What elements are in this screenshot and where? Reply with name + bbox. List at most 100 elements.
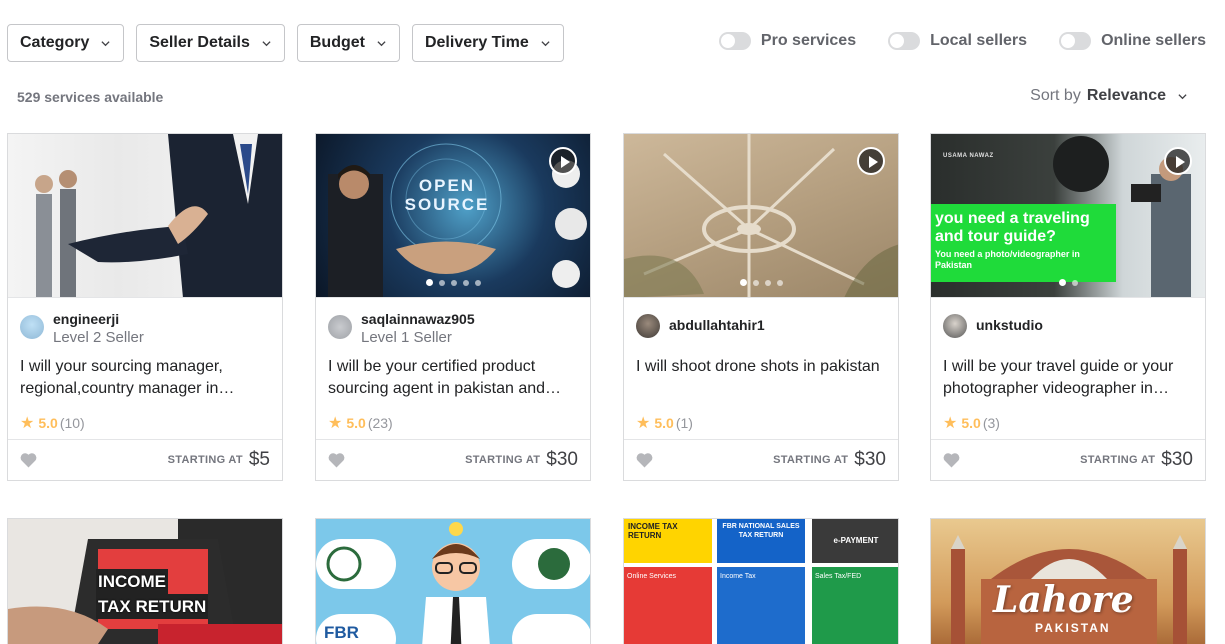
toggle-local-sellers[interactable]: Local sellers: [888, 32, 1027, 50]
seller-name[interactable]: abdullahtahir1: [669, 316, 765, 334]
toggle-switch[interactable]: [888, 32, 921, 50]
gig-thumbnail[interactable]: Lahore PAKISTAN: [931, 519, 1205, 644]
gig-title[interactable]: I will be your travel guide or your phot…: [931, 350, 1205, 402]
gig-title[interactable]: I will shoot drone shots in pakistan: [624, 350, 898, 402]
handshake-image: [35, 134, 282, 297]
heart-icon[interactable]: [943, 452, 960, 468]
heart-icon[interactable]: [328, 452, 345, 468]
gig-thumbnail[interactable]: OPEN SOURCE: [316, 134, 590, 298]
toggle-online-sellers[interactable]: Online sellers: [1059, 32, 1206, 50]
rating-count: (10): [59, 415, 85, 431]
toggle-pro-services-label: Pro services: [760, 32, 857, 49]
price-value: $30: [546, 449, 578, 470]
play-icon[interactable]: [549, 147, 577, 175]
filter-bar: Category Seller Details Budget Delivery …: [7, 24, 564, 62]
seller-info: engineerji Level 2 Seller: [8, 298, 282, 350]
carousel-dots[interactable]: [316, 279, 590, 286]
heart-icon[interactable]: [20, 452, 37, 468]
price: STARTING AT $5: [168, 449, 270, 471]
price: STARTING AT $30: [1080, 449, 1193, 471]
brand-label: USAMA NAWAZ: [943, 153, 994, 159]
toggle-switch[interactable]: [1059, 32, 1092, 50]
gig-card[interactable]: FBR: [315, 518, 591, 644]
avatar[interactable]: [943, 314, 967, 338]
toggle-switch[interactable]: [718, 32, 751, 50]
tax-column-3: Sales Tax/FED: [812, 567, 898, 644]
rating-count: (1): [675, 415, 693, 431]
gig-card[interactable]: abdullahtahir1 I will shoot drone shots …: [623, 133, 899, 481]
chevron-down-icon: [377, 40, 386, 46]
filter-delivery-time[interactable]: Delivery Time: [411, 24, 564, 62]
filter-seller-details-label: Seller Details: [149, 34, 250, 51]
card-footer: STARTING AT $30: [931, 439, 1205, 480]
filter-delivery-time-label: Delivery Time: [424, 34, 529, 51]
seller-name[interactable]: unkstudio: [976, 316, 1043, 334]
chevron-down-icon: [541, 40, 550, 46]
price-prefix: STARTING AT: [465, 454, 541, 466]
play-icon[interactable]: [1164, 147, 1192, 175]
tax-column-1: Online Services: [624, 567, 712, 644]
banner-subtext: You need a photo/videographer in Pakista…: [935, 249, 1080, 270]
gig-card[interactable]: INCOME TAX RETURN: [7, 518, 283, 644]
thumbnail-banner: you need a traveling and tour guide? You…: [931, 204, 1116, 282]
filter-budget[interactable]: Budget: [296, 24, 400, 62]
sort-dropdown[interactable]: Sort by Relevance: [1030, 87, 1187, 105]
thumbnail-text: INCOME TAX RETURN: [96, 569, 209, 619]
gig-card[interactable]: USAMA NAWAZ you need a traveling and tou…: [930, 133, 1206, 481]
gig-thumbnail[interactable]: FBR: [316, 519, 590, 644]
toggle-group: Pro services Local sellers Online seller…: [718, 32, 1206, 50]
gig-card[interactable]: INCOME TAX RETURN FBR NATIONAL SALES TAX…: [623, 518, 899, 644]
avatar[interactable]: [328, 315, 352, 339]
card-footer: STARTING AT $30: [316, 439, 590, 480]
filter-category[interactable]: Category: [7, 24, 125, 62]
filter-budget-label: Budget: [309, 34, 365, 51]
thumbnail-text: FBR: [324, 623, 359, 642]
gig-card[interactable]: engineerji Level 2 Seller I will your so…: [7, 133, 283, 481]
rating-score: 5.0: [961, 415, 981, 431]
gig-thumbnail[interactable]: USAMA NAWAZ you need a traveling and tou…: [931, 134, 1205, 298]
tax-column-2: Income Tax: [717, 567, 805, 644]
price: STARTING AT $30: [773, 449, 886, 471]
price-value: $30: [854, 449, 886, 470]
results-count: 529 services available: [17, 89, 164, 105]
play-icon[interactable]: [857, 147, 885, 175]
heart-icon[interactable]: [636, 452, 653, 468]
gig-thumbnail[interactable]: INCOME TAX RETURN FBR NATIONAL SALES TAX…: [624, 519, 898, 644]
chevron-down-icon: [1178, 93, 1187, 99]
rating: ★ 5.0 (23): [316, 402, 590, 432]
seller-info: unkstudio: [931, 298, 1205, 350]
tax-panel-2: FBR NATIONAL SALES TAX RETURN: [717, 519, 805, 563]
avatar[interactable]: [20, 315, 44, 339]
seller-level: Level 2 Seller: [53, 329, 144, 346]
filter-seller-details[interactable]: Seller Details: [136, 24, 285, 62]
tax-panel-1: INCOME TAX RETURN: [624, 519, 712, 563]
star-icon: ★: [943, 415, 958, 432]
gig-card[interactable]: OPEN SOURCE saqlainnawaz905 Level 1 Sell…: [315, 133, 591, 481]
toggle-pro-services[interactable]: Pro services: [718, 32, 857, 50]
seller-info: saqlainnawaz905 Level 1 Seller: [316, 298, 590, 350]
gig-thumbnail[interactable]: [8, 134, 282, 298]
rating-count: (23): [367, 415, 393, 431]
seller-name[interactable]: engineerji: [53, 310, 144, 328]
rating-score: 5.0: [38, 415, 58, 431]
price-value: $30: [1161, 449, 1193, 470]
avatar[interactable]: [636, 314, 660, 338]
filter-category-label: Category: [20, 34, 90, 51]
banner-headline: you need a traveling and tour guide?: [935, 210, 1090, 245]
rating-score: 5.0: [346, 415, 366, 431]
rating-score: 5.0: [654, 415, 674, 431]
rating: ★ 5.0 (10): [8, 402, 282, 432]
gig-thumbnail[interactable]: INCOME TAX RETURN: [8, 519, 282, 644]
chevron-down-icon: [262, 40, 271, 46]
seller-name[interactable]: saqlainnawaz905: [361, 310, 475, 328]
gig-thumbnail[interactable]: [624, 134, 898, 298]
rating-count: (3): [982, 415, 1000, 431]
carousel-dots[interactable]: [931, 279, 1205, 286]
carousel-dots[interactable]: [624, 279, 898, 286]
price-prefix: STARTING AT: [167, 454, 243, 466]
gig-title[interactable]: I will be your certified product sourcin…: [316, 350, 590, 402]
gig-card[interactable]: Lahore PAKISTAN: [930, 518, 1206, 644]
gig-title[interactable]: I will your sourcing manager, regional,c…: [8, 350, 282, 402]
price-prefix: STARTING AT: [1080, 454, 1156, 466]
star-icon: ★: [328, 415, 343, 432]
